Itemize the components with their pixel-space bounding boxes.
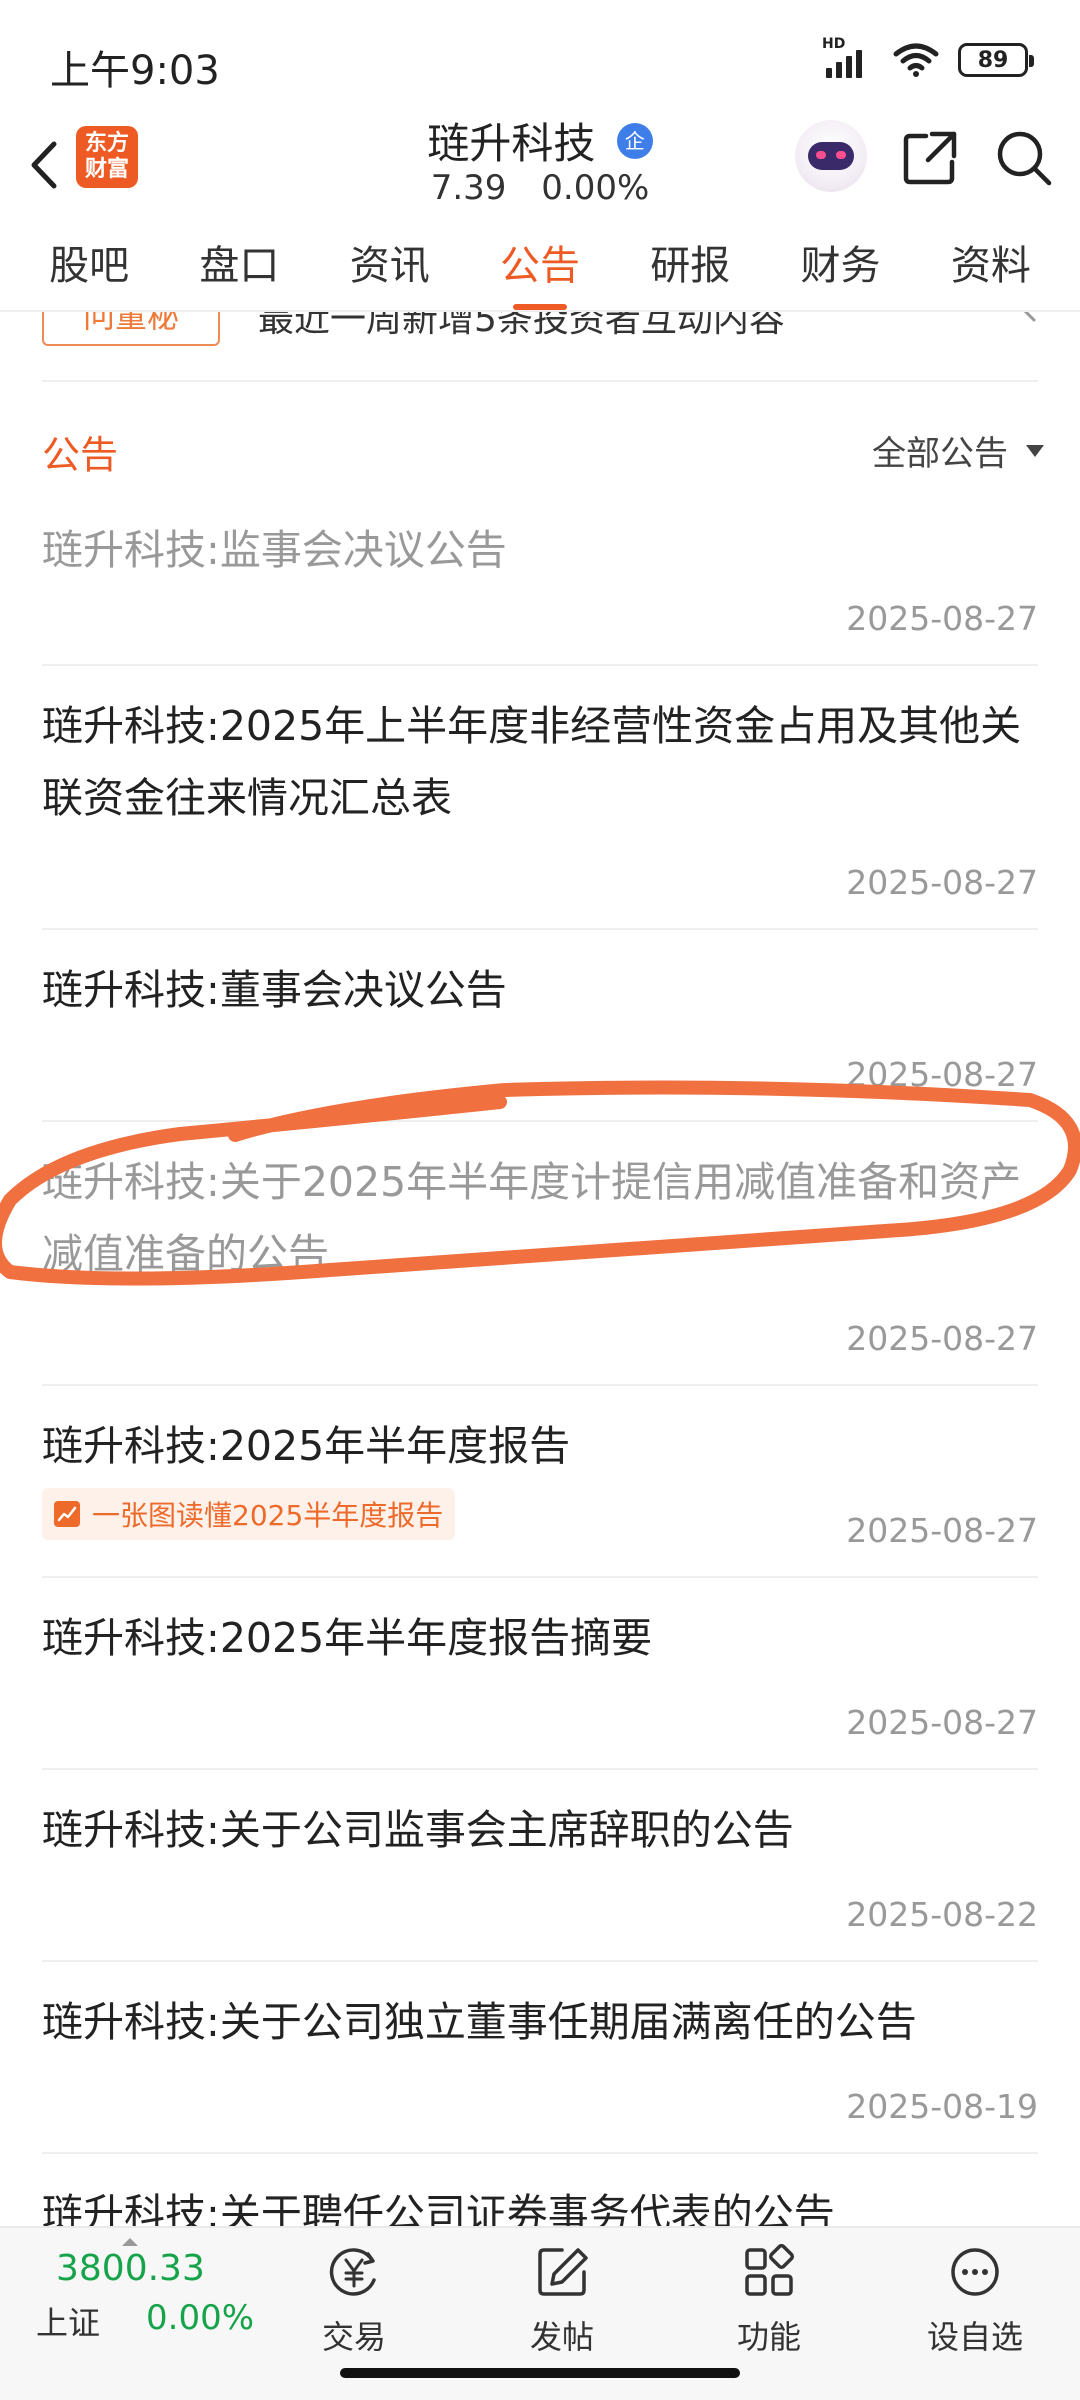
announcement-item[interactable]: 琏升科技:2025年半年度报告摘要 2025-08-27 [42, 1578, 1038, 1770]
tab-bar: 股吧 盘口 资讯 公告 研报 财务 资料 [0, 220, 1080, 312]
stock-name: 琏升科技 [427, 119, 596, 168]
tab-guba[interactable]: 股吧 [49, 220, 129, 310]
nav-trade[interactable]: 交易 [289, 2244, 419, 2364]
chip-label: 一张图读懂2025半年度报告 [92, 1499, 444, 1532]
tab-finance[interactable]: 财务 [801, 220, 881, 310]
nav-label: 功能 [736, 2318, 801, 2356]
announcement-title: 琏升科技:2025年上半年度非经营性资金占用及其他关联资金往来情况汇总表 [42, 702, 1022, 822]
nav-post[interactable]: 发帖 [497, 2244, 627, 2364]
chart-icon [54, 1501, 80, 1527]
announcement-item[interactable]: 琏升科技:2025年上半年度非经营性资金占用及其他关联资金往来情况汇总表 202… [42, 666, 1038, 930]
nav-label: 交易 [321, 2318, 386, 2356]
announcement-title: 琏升科技:2025年半年度报告 [42, 1422, 571, 1470]
battery-icon: 89 [958, 43, 1034, 77]
status-icons: HD 89 [822, 36, 1034, 80]
caret-up-icon [122, 2238, 138, 2246]
tab-announcements[interactable]: 公告 [500, 220, 580, 310]
announcement-title: 琏升科技:监事会决议公告 [42, 526, 507, 574]
dongmi-text: 最近一周新增5条投资者互动内容 [258, 312, 785, 340]
divider [42, 380, 1038, 382]
dongmi-row[interactable]: 问董秘 最近一周新增5条投资者互动内容 [0, 312, 1080, 382]
signal-icon: HD [822, 36, 874, 80]
index-value: 3800.33 [56, 2248, 205, 2289]
announcement-date: 2025-08-27 [846, 863, 1038, 902]
dongmi-tag: 问董秘 [42, 312, 220, 346]
caret-down-icon [1026, 444, 1044, 457]
status-time: 上午9:03 [50, 48, 220, 94]
section-title: 公告 [42, 433, 119, 477]
announcement-date: 2025-08-27 [846, 599, 1038, 638]
announcement-date: 2025-08-27 [846, 1319, 1038, 1358]
yen-coin-icon [329, 2248, 376, 2296]
announcement-filter-dropdown[interactable]: 全部公告 [872, 426, 1044, 475]
search-icon[interactable] [994, 128, 1054, 188]
tab-profile[interactable]: 资料 [951, 220, 1031, 310]
announcement-section-header: 公告 全部公告 [0, 410, 1080, 490]
tab-research[interactable]: 研报 [650, 220, 730, 310]
announcement-title: 琏升科技:关于2025年半年度计提信用减值准备和资产减值准备的公告 [42, 1158, 1022, 1278]
announcement-title: 琏升科技:董事会决议公告 [42, 966, 507, 1014]
enterprise-badge: 企 [616, 122, 653, 159]
announcement-title: 琏升科技:2025年半年度报告摘要 [42, 1614, 653, 1662]
nav-functions[interactable]: 功能 [704, 2243, 834, 2364]
report-summary-chip[interactable]: 一张图读懂2025半年度报告 [42, 1488, 456, 1540]
announcement-date: 2025-08-27 [846, 1703, 1038, 1742]
announcement-title: 琏升科技:关于公司监事会主席辞职的公告 [42, 1806, 794, 1854]
announcement-item[interactable]: 琏升科技:监事会决议公告 2025-08-27 [42, 490, 1038, 666]
more-dots-icon [951, 2248, 999, 2296]
stock-price: 7.39 [430, 168, 507, 208]
robot-icon [808, 142, 854, 170]
share-icon[interactable] [900, 128, 960, 188]
announcement-date: 2025-08-27 [846, 1055, 1038, 1094]
wifi-icon [893, 43, 939, 77]
announcement-list: 琏升科技:监事会决议公告 2025-08-27 琏升科技:2025年上半年度非经… [0, 490, 1080, 2294]
index-name: 上证 [36, 2304, 101, 2342]
nav-label: 设自选 [926, 2318, 1023, 2356]
announcement-date: 2025-08-27 [846, 1511, 1038, 1550]
announcement-item[interactable]: 琏升科技:2025年半年度报告 一张图读懂2025半年度报告 2025-08-2… [42, 1386, 1038, 1578]
market-index-widget[interactable]: 3800.33 上证 0.00% [36, 2238, 256, 2348]
nav-watchlist-settings[interactable]: 设自选 [910, 2244, 1040, 2364]
announcement-date: 2025-08-22 [846, 1895, 1038, 1934]
chevron-right-icon [1023, 312, 1036, 322]
filter-label: 全部公告 [872, 434, 1008, 474]
home-indicator[interactable] [340, 2368, 740, 2378]
announcement-date: 2025-08-19 [846, 2087, 1038, 2126]
stock-change: 0.00% [541, 168, 650, 208]
announcement-item[interactable]: 琏升科技:关于公司独立董事任期届满离任的公告 2025-08-19 [42, 1962, 1038, 2154]
index-change: 0.00% [146, 2298, 255, 2338]
tab-news[interactable]: 资讯 [350, 220, 430, 310]
tab-pankou[interactable]: 盘口 [199, 220, 279, 310]
nav-label: 发帖 [529, 2318, 594, 2356]
stock-header: 东方 财富 琏升科技 企 7.39 0.00% [0, 110, 1080, 220]
announcement-item[interactable]: 琏升科技:董事会决议公告 2025-08-27 [42, 930, 1038, 1122]
announcement-item[interactable]: 琏升科技:关于2025年半年度计提信用减值准备和资产减值准备的公告 2025-0… [42, 1122, 1038, 1386]
status-bar: 上午9:03 HD 89 [0, 0, 1080, 110]
announcement-title: 琏升科技:关于公司独立董事任期届满离任的公告 [42, 1998, 917, 2046]
robot-assistant-avatar[interactable] [795, 120, 867, 192]
announcement-item[interactable]: 琏升科技:关于公司监事会主席辞职的公告 2025-08-22 [42, 1770, 1038, 1962]
edit-icon [538, 2248, 588, 2296]
apps-grid-icon [745, 2243, 795, 2296]
